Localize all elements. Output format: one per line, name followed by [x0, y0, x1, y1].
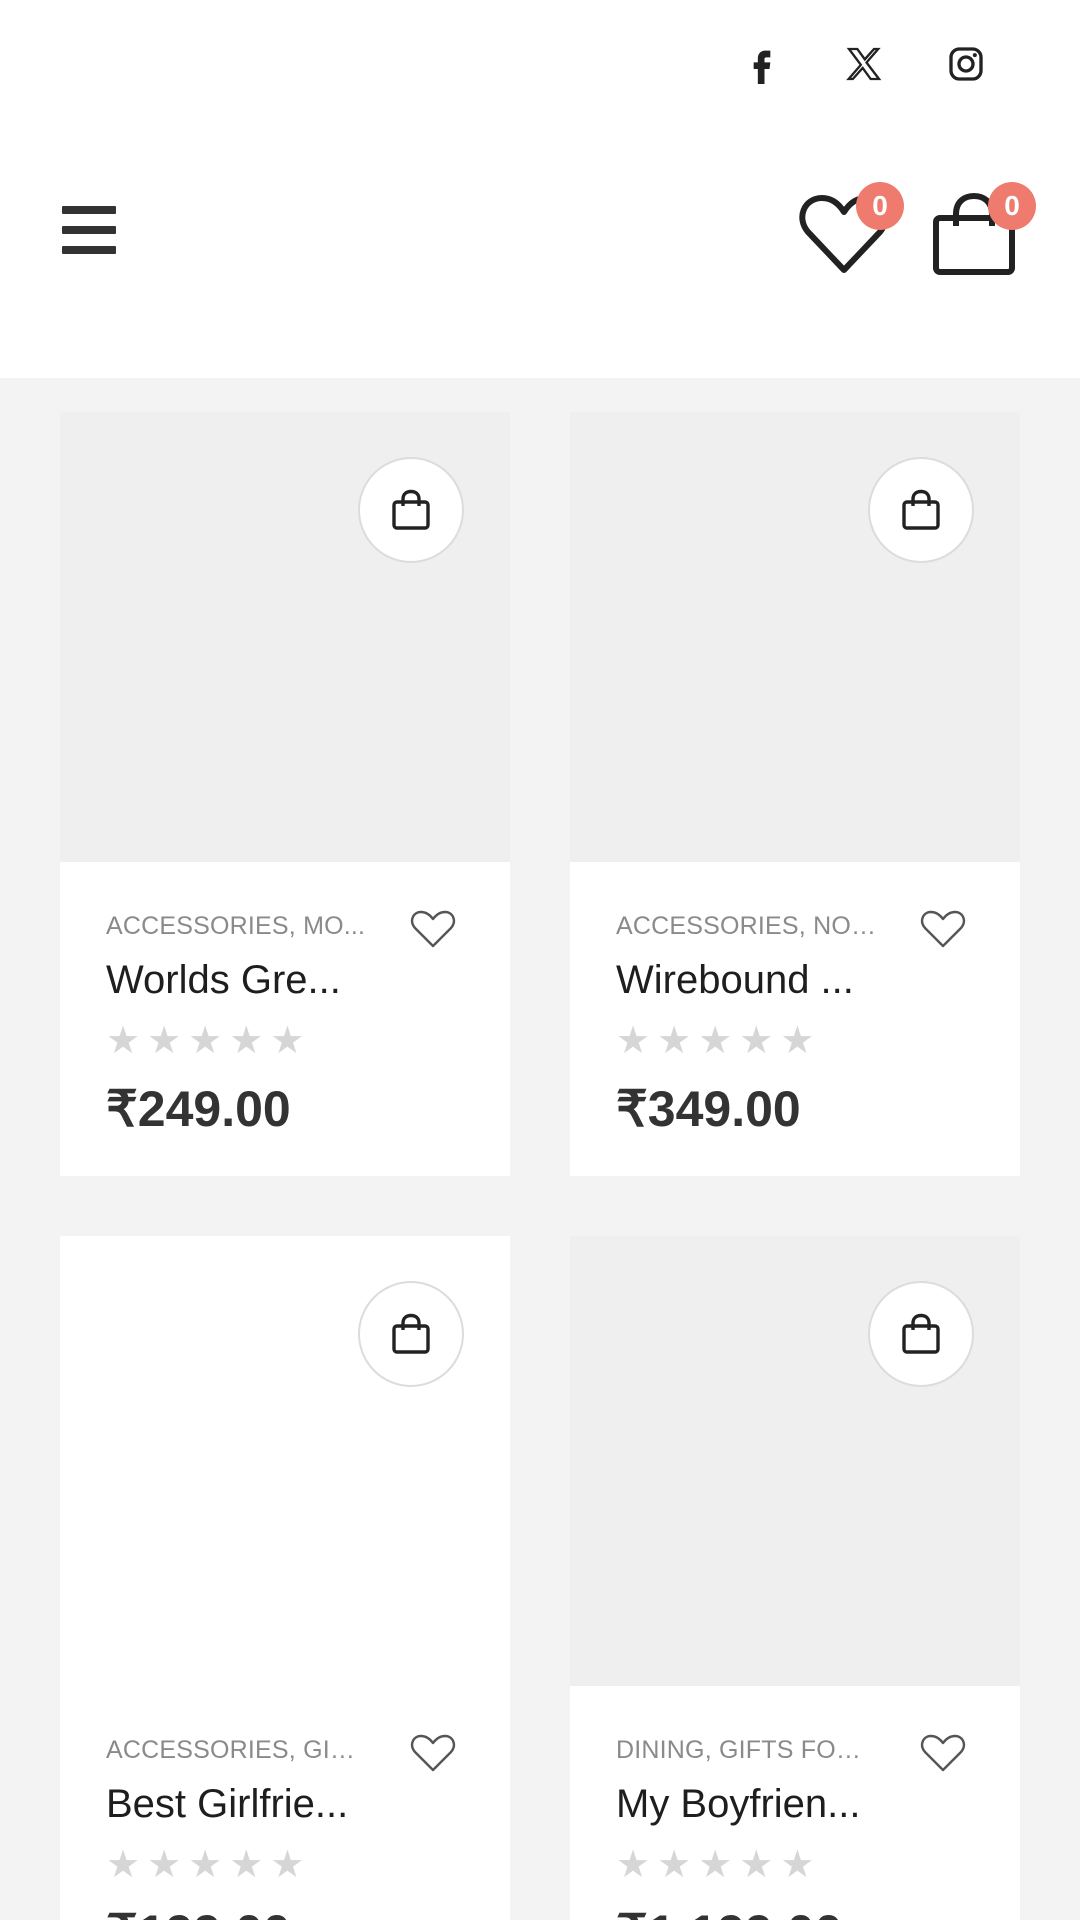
- star-rating: ★ ★ ★ ★ ★: [616, 1844, 815, 1886]
- heart-icon: [410, 910, 456, 948]
- add-to-cart-button[interactable]: [868, 457, 974, 563]
- product-price: ₹249.00: [106, 1081, 291, 1137]
- heart-icon: [920, 910, 966, 948]
- heart-icon: [920, 1734, 966, 1772]
- instagram-icon[interactable]: [934, 40, 998, 88]
- add-to-wishlist-button[interactable]: [410, 910, 456, 950]
- star-rating: ★ ★ ★ ★ ★: [106, 1844, 305, 1886]
- add-to-cart-button[interactable]: [868, 1281, 974, 1387]
- add-to-wishlist-button[interactable]: [410, 1734, 456, 1774]
- product-price: ₹349.00: [616, 1081, 801, 1137]
- cart-count-badge: 0: [988, 182, 1036, 230]
- star-rating: ★ ★ ★ ★ ★: [616, 1020, 815, 1062]
- add-to-cart-button[interactable]: [358, 457, 464, 563]
- heart-icon: [410, 1734, 456, 1772]
- facebook-icon[interactable]: [730, 40, 794, 88]
- wishlist-count-badge: 0: [856, 182, 904, 230]
- menu-icon[interactable]: [62, 206, 116, 254]
- product-category[interactable]: ACCESSORIES, NOT...: [616, 912, 876, 941]
- add-to-wishlist-button[interactable]: [920, 1734, 966, 1774]
- product-name[interactable]: Best Girlfrie...: [106, 1782, 376, 1827]
- product-category[interactable]: ACCESSORIES, MO...: [106, 912, 366, 941]
- shopping-bag-icon: [902, 489, 940, 530]
- product-card[interactable]: DINING, GIFTS FOR ... My Boyfrien... ★ ★ ★…: [570, 1236, 1020, 1920]
- product-price: ₹199.00: [106, 1904, 291, 1920]
- product-name[interactable]: My Boyfrien...: [616, 1782, 886, 1827]
- product-card[interactable]: ACCESSORIES, NOT... Wirebound ... ★ ★ ★ ★ ★ …: [570, 412, 1020, 1176]
- wishlist-button[interactable]: 0: [798, 182, 904, 283]
- shopping-bag-icon: [392, 1313, 430, 1354]
- product-name[interactable]: Wirebound ...: [616, 958, 886, 1003]
- add-to-wishlist-button[interactable]: [920, 910, 966, 950]
- product-category[interactable]: DINING, GIFTS FOR ...: [616, 1736, 876, 1765]
- product-card[interactable]: ACCESSORIES, MO... Worlds Gre... ★ ★ ★ ★ ★ ₹…: [60, 412, 510, 1176]
- x-twitter-icon[interactable]: [832, 40, 896, 88]
- product-category[interactable]: ACCESSORIES, GIFT...: [106, 1736, 366, 1765]
- social-links: [730, 40, 998, 88]
- add-to-cart-button[interactable]: [358, 1281, 464, 1387]
- shopping-bag-icon: [392, 489, 430, 530]
- product-name[interactable]: Worlds Gre...: [106, 958, 376, 1003]
- cart-button[interactable]: 0: [930, 182, 1036, 283]
- site-header: 0 0: [0, 0, 1080, 378]
- shopping-bag-icon: [902, 1313, 940, 1354]
- product-price: ₹1,199.00: [616, 1904, 842, 1920]
- product-card[interactable]: ACCESSORIES, GIFT... Best Girlfrie... ★ ★…: [60, 1236, 510, 1920]
- star-rating: ★ ★ ★ ★ ★: [106, 1020, 305, 1062]
